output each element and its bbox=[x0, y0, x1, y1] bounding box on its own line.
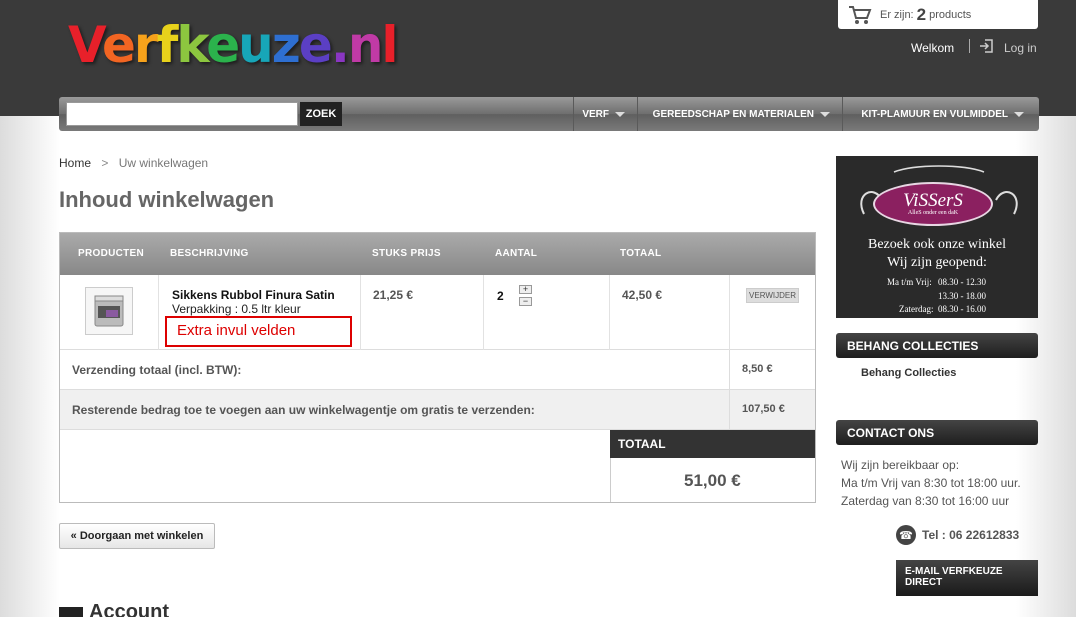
breadcrumb: Home > Uw winkelwagen bbox=[59, 156, 208, 170]
store-visit-text: Bezoek ook onze winkel bbox=[867, 237, 1006, 252]
header-stuks-prijs: STUKS PRIJS bbox=[372, 248, 441, 259]
page-title: Inhoud winkelwagen bbox=[59, 187, 275, 212]
logo-letter: f bbox=[156, 16, 179, 74]
site-logo[interactable]: Verfkeuze.nl bbox=[68, 14, 399, 76]
nav-item-verf[interactable]: VERF bbox=[573, 97, 637, 131]
contact-heading: CONTACT ONS bbox=[836, 420, 1038, 445]
logo-letter: e bbox=[206, 16, 240, 74]
remaining-value: 107,50 € bbox=[742, 403, 785, 415]
step-title: Account bbox=[89, 604, 169, 617]
line-total: 42,50 € bbox=[622, 288, 663, 302]
header-aantal: AANTAL bbox=[495, 248, 538, 259]
product-packaging: Verpakking : 0.5 ltr kleur bbox=[172, 302, 301, 316]
breadcrumb-current: Uw winkelwagen bbox=[118, 156, 209, 170]
logo-letter: k bbox=[176, 16, 208, 74]
store-tagline: AlleS onder een daK bbox=[907, 210, 959, 216]
logo-letter: e bbox=[298, 16, 333, 74]
remove-button[interactable]: VERWIJDER bbox=[746, 288, 799, 303]
cart-summary[interactable]: Er zijn: 2 products bbox=[838, 0, 1038, 29]
total-value: 51,00 € bbox=[684, 471, 741, 490]
nav-item-label: VERF bbox=[582, 108, 609, 120]
total-header: TOTAAL bbox=[610, 430, 815, 458]
saturday-label: Zaterdag: bbox=[899, 304, 934, 314]
table-header: PRODUCTEN BESCHRIJVING STUKS PRIJS AANTA… bbox=[60, 233, 815, 275]
breadcrumb-home[interactable]: Home bbox=[59, 156, 91, 170]
cart-suffix: products bbox=[929, 8, 972, 21]
weekday-hours-morning: 08.30 - 12.30 bbox=[938, 277, 986, 287]
cart-prefix: Er zijn: bbox=[880, 8, 914, 21]
header-totaal: TOTAAL bbox=[620, 248, 662, 259]
shipping-value: 8,50 € bbox=[742, 363, 773, 375]
search-input[interactable] bbox=[66, 102, 298, 126]
contact-line: Wij zijn bereikbaar op: bbox=[841, 458, 960, 472]
unit-price: 21,25 € bbox=[373, 288, 414, 302]
column-divider bbox=[729, 350, 730, 390]
logo-letter: . bbox=[330, 16, 350, 74]
product-thumbnail[interactable] bbox=[85, 287, 133, 335]
store-brand: ViSSerS bbox=[903, 190, 963, 211]
column-divider bbox=[360, 275, 361, 350]
logo-letter: u bbox=[238, 16, 274, 74]
chevron-down-icon bbox=[820, 111, 830, 117]
vissers-logo: ViSSerS AlleS onder een daK bbox=[873, 182, 993, 226]
logo-letter: V bbox=[68, 16, 104, 74]
product-name[interactable]: Sikkens Rubbol Finura Satin bbox=[172, 288, 335, 302]
weekday-hours-afternoon: 13.30 - 18.00 bbox=[938, 291, 986, 301]
quantity-plus-button[interactable]: + bbox=[519, 285, 532, 294]
column-divider bbox=[729, 275, 730, 350]
logo-letter: r bbox=[133, 16, 159, 74]
extra-fields-box: Extra invul velden bbox=[165, 316, 352, 347]
header-producten: PRODUCTEN bbox=[78, 248, 145, 259]
cart-count: 2 bbox=[916, 4, 927, 24]
header-separator bbox=[969, 39, 970, 53]
login-link[interactable]: Log in bbox=[1004, 41, 1037, 55]
logo-letter: e bbox=[101, 16, 136, 74]
chevron-down-icon bbox=[615, 111, 625, 117]
breadcrumb-separator: > bbox=[101, 156, 109, 170]
phone-number[interactable]: Tel : 06 22612833 bbox=[922, 528, 1019, 542]
quantity-value: 2 bbox=[497, 289, 504, 303]
paint-can-icon bbox=[94, 295, 124, 327]
column-divider bbox=[609, 275, 610, 350]
welcome-text: Welkom bbox=[911, 41, 955, 55]
header-beschrijving: BESCHRIJVING bbox=[170, 248, 249, 259]
cart-table: PRODUCTEN BESCHRIJVING STUKS PRIJS AANTA… bbox=[59, 232, 816, 503]
phone-icon: ☎ bbox=[896, 525, 916, 545]
remaining-label: Resterende bedrag toe te voegen aan uw w… bbox=[72, 403, 535, 417]
chevron-down-icon bbox=[1014, 111, 1024, 117]
contact-line: Ma t/m Vrij van 8:30 tot 18:00 uur. bbox=[841, 476, 1021, 490]
shipping-label: Verzending totaal (incl. BTW): bbox=[72, 363, 242, 377]
logo-letter: l bbox=[381, 16, 398, 74]
search-button[interactable]: ZOEK bbox=[300, 102, 342, 126]
nav-item-label: GEREEDSCHAP EN MATERIALEN bbox=[652, 108, 814, 120]
nav-item-kit-plamuur[interactable]: KIT-PLAMUUR EN VULMIDDEL bbox=[842, 97, 1036, 131]
column-divider bbox=[729, 390, 730, 430]
behang-heading: BEHANG COLLECTIES bbox=[836, 333, 1038, 358]
email-button[interactable]: E-MAIL VERFKEUZE DIRECT bbox=[896, 560, 1038, 596]
saturday-hours: 08.30 - 16.00 bbox=[938, 304, 986, 314]
continue-shopping-button[interactable]: « Doorgaan met winkelen bbox=[59, 523, 215, 549]
column-divider bbox=[483, 275, 484, 350]
shopping-cart-icon bbox=[849, 5, 872, 24]
store-banner[interactable]: ViSSerS AlleS onder een daK Bezoek ook o… bbox=[836, 156, 1038, 318]
nav-item-gereedschap[interactable]: GEREEDSCHAP EN MATERIALEN bbox=[637, 97, 842, 131]
step-number-badge: 1 bbox=[59, 607, 83, 617]
store-open-text: Wij zijn geopend: bbox=[887, 255, 987, 270]
login-icon[interactable] bbox=[979, 39, 993, 53]
contact-line: Zaterdag van 8:30 tot 16:00 uur bbox=[841, 494, 1010, 508]
table-row: Sikkens Rubbol Finura Satin Verpakking :… bbox=[60, 275, 815, 350]
remaining-row: Resterende bedrag toe te voegen aan uw w… bbox=[60, 390, 815, 430]
logo-letter: n bbox=[347, 16, 384, 74]
column-divider bbox=[158, 275, 159, 350]
quantity-minus-button[interactable]: − bbox=[519, 297, 532, 306]
left-shade bbox=[0, 116, 60, 617]
nav-item-label: KIT-PLAMUUR EN VULMIDDEL bbox=[861, 108, 1008, 120]
behang-link[interactable]: Behang Collecties bbox=[861, 367, 956, 379]
logo-letter: z bbox=[271, 16, 301, 74]
shipping-row: Verzending totaal (incl. BTW): 8,50 € bbox=[60, 350, 815, 390]
total-box: 51,00 € bbox=[610, 458, 815, 502]
weekday-label: Ma t/m Vrij: bbox=[887, 277, 932, 287]
